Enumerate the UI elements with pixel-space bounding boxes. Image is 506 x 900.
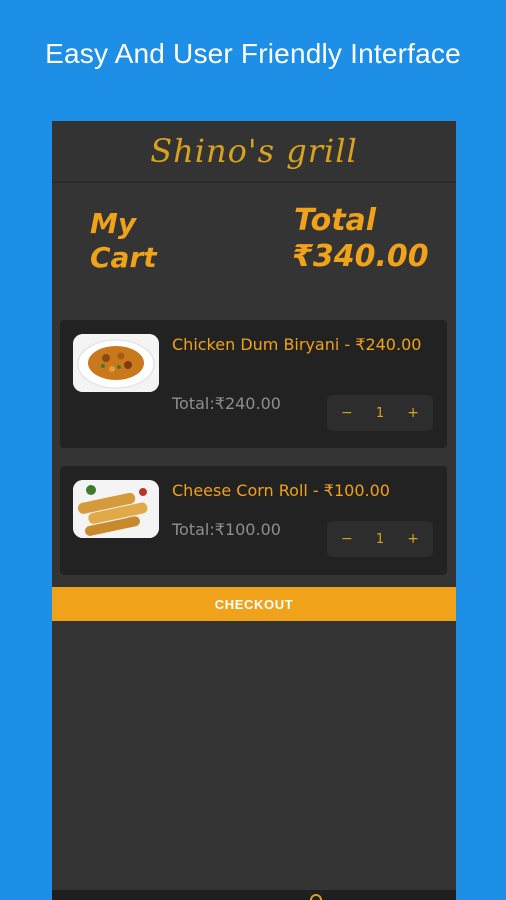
brand-logo: Shino's grill (150, 132, 358, 170)
decrease-quantity-button[interactable]: − (341, 405, 353, 421)
cart-title-line2: Cart (90, 241, 157, 274)
total-label: Total (294, 203, 377, 238)
cart-summary: My Cart Total ₹340.00 (52, 183, 456, 317)
cart-title-line1: My (90, 207, 137, 240)
increase-quantity-button[interactable]: + (407, 531, 419, 547)
item-name: Cheese Corn Roll - ₹100.00 (172, 481, 390, 500)
cart-item: Chicken Dum Biryani - ₹240.00 Total:₹240… (60, 320, 447, 448)
total-amount: ₹340.00 (292, 239, 429, 274)
nav-icon[interactable] (310, 894, 322, 900)
increase-quantity-button[interactable]: + (407, 405, 419, 421)
quantity-stepper: − 1 + (327, 521, 433, 557)
spring-rolls-icon (73, 480, 159, 538)
biryani-plate-icon (73, 334, 159, 392)
quantity-value: 1 (375, 405, 385, 421)
quantity-stepper: − 1 + (327, 395, 433, 431)
promo-heading: Easy And User Friendly Interface (45, 38, 461, 69)
app-header: Shino's grill (52, 121, 456, 183)
cart-title: My Cart (90, 207, 157, 275)
phone-screen: Shino's grill My Cart Total ₹340.00 Chic… (52, 121, 456, 900)
quantity-value: 1 (375, 531, 385, 547)
checkout-button[interactable]: CHECKOUT (52, 587, 456, 621)
bottom-navigation-bar (52, 890, 456, 900)
item-name: Chicken Dum Biryani - ₹240.00 (172, 335, 422, 354)
cart-item: Cheese Corn Roll - ₹100.00 Total:₹100.00… (60, 466, 447, 575)
decrease-quantity-button[interactable]: − (341, 531, 353, 547)
item-total: Total:₹240.00 (172, 394, 281, 413)
item-total: Total:₹100.00 (172, 520, 281, 539)
